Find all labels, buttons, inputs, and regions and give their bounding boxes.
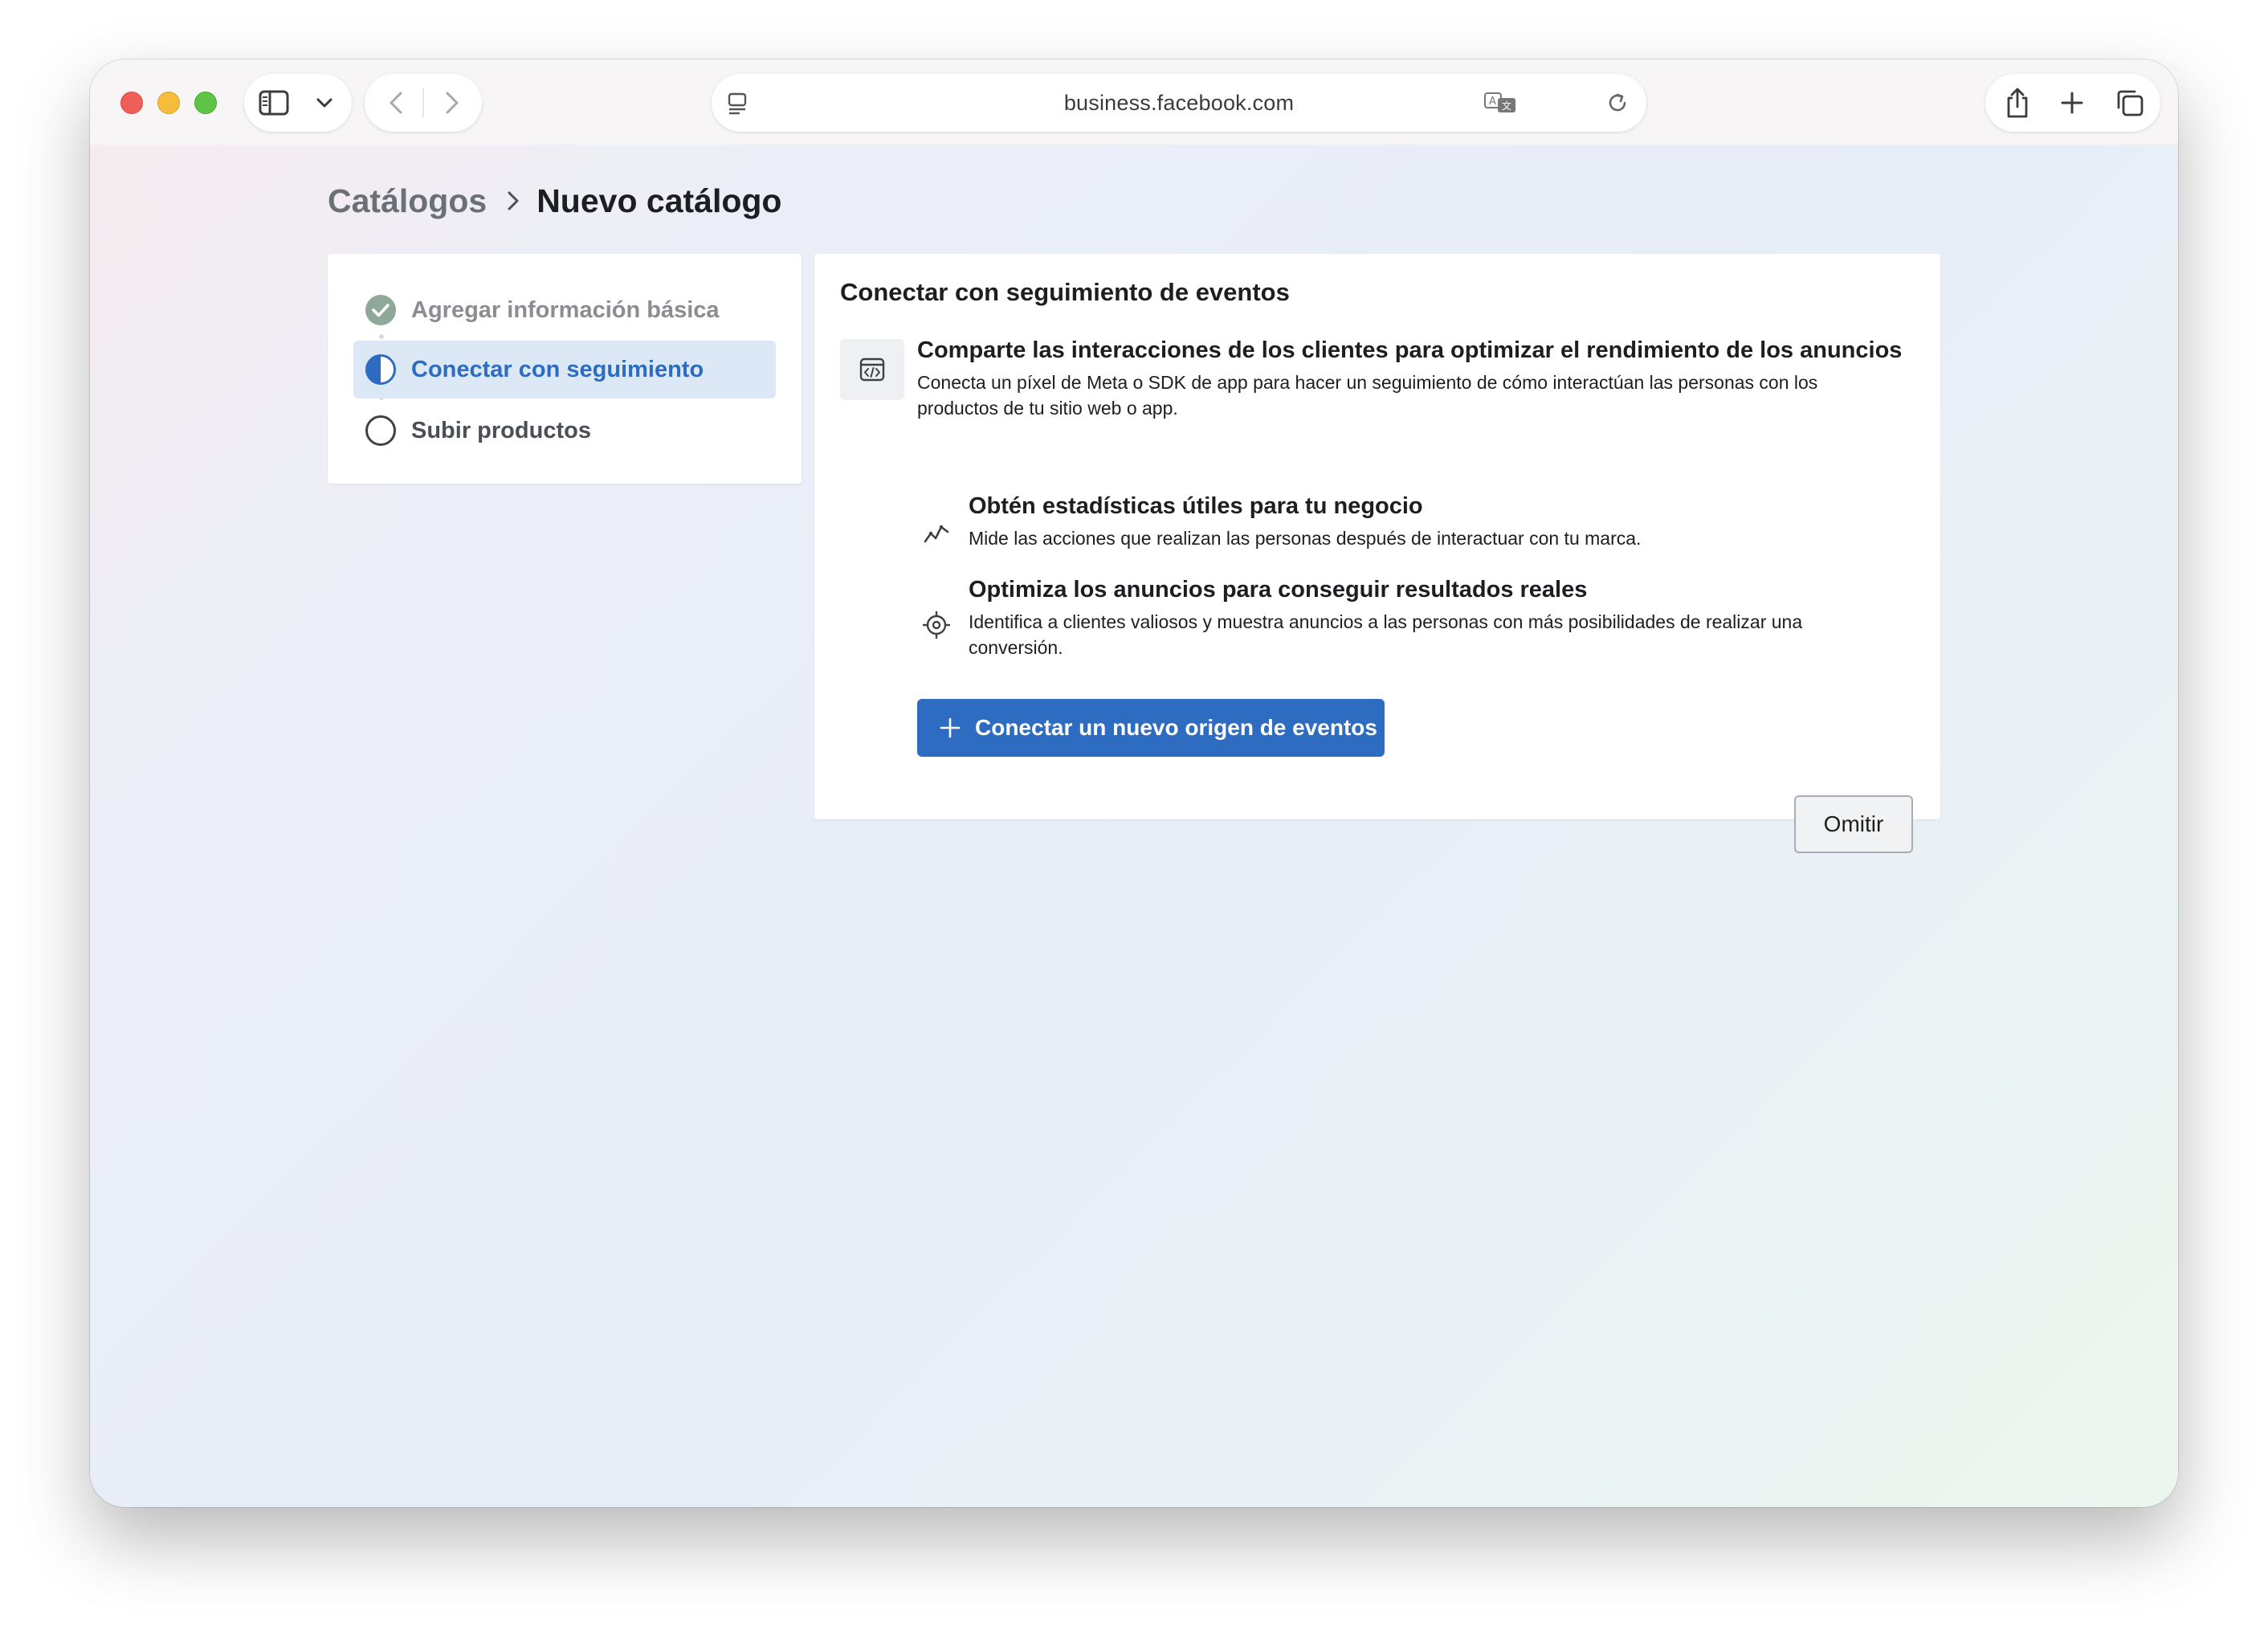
- sidebar-toggle-group: [244, 74, 352, 132]
- plus-icon: [940, 717, 961, 738]
- browser-window: business.facebook.com A 文 Catálogos Nuev…: [90, 59, 2178, 1507]
- benefit-title: Optimiza los anuncios para conseguir res…: [969, 577, 1588, 603]
- event-tracking-card: Conectar con seguimiento de eventos Comp…: [814, 254, 1940, 853]
- page-title: Nuevo catálogo: [536, 182, 782, 219]
- page-settings-icon[interactable]: [724, 92, 750, 116]
- reload-icon[interactable]: [1605, 90, 1630, 116]
- actions-group: [1985, 74, 2160, 132]
- breadcrumb: Catálogos Nuevo catálogo: [328, 178, 781, 223]
- skip-button[interactable]: Omitir: [1794, 795, 1913, 853]
- back-icon[interactable]: [382, 90, 410, 116]
- empty-circle-icon: [365, 415, 397, 447]
- breadcrumb-catalogs-link[interactable]: Catálogos: [328, 182, 487, 220]
- target-icon: [920, 609, 952, 641]
- address-bar[interactable]: business.facebook.com A 文: [712, 74, 1646, 132]
- new-tab-icon[interactable]: [2058, 88, 2086, 117]
- url-text: business.facebook.com: [1063, 90, 1295, 115]
- close-window-button[interactable]: [120, 92, 143, 114]
- card-title: Conectar con seguimiento de eventos: [840, 278, 1290, 306]
- connect-event-source-button[interactable]: Conectar un nuevo origen de eventos: [917, 699, 1385, 757]
- nav-divider: [422, 88, 424, 117]
- step-basic-info[interactable]: Agregar información básica: [353, 281, 776, 339]
- connect-event-source-label: Conectar un nuevo origen de eventos: [975, 715, 1377, 740]
- benefit-title: Obtén estadísticas útiles para tu negoci…: [969, 493, 1423, 519]
- step-connect-tracking[interactable]: Conectar con seguimiento: [353, 341, 776, 398]
- share-icon[interactable]: [2001, 85, 2033, 121]
- chevron-down-icon[interactable]: [313, 93, 336, 112]
- trend-line-icon: [920, 517, 952, 549]
- sidebar-icon[interactable]: [259, 88, 289, 117]
- steps-panel: Agregar información básica Conectar con …: [328, 254, 802, 484]
- navigation-group: [365, 74, 482, 132]
- tab-overview-icon[interactable]: [2114, 87, 2146, 119]
- step-label: Conectar con seguimiento: [411, 356, 704, 382]
- svg-text:A: A: [1489, 96, 1496, 108]
- chevron-right-icon: [506, 190, 520, 212]
- benefit-description: Identifica a clientes valiosos y muestra…: [969, 611, 1803, 658]
- svg-text:文: 文: [1502, 100, 1511, 112]
- zoom-window-button[interactable]: [194, 92, 217, 114]
- step-label: Subir productos: [411, 417, 591, 443]
- half-circle-icon: [365, 353, 397, 386]
- forward-icon[interactable]: [439, 90, 466, 116]
- step-label: Agregar información básica: [411, 296, 720, 323]
- translate-icon[interactable]: A 文: [1483, 90, 1518, 116]
- step-upload-products[interactable]: Subir productos: [353, 402, 776, 460]
- benefit-description: Mide las acciones que realizan las perso…: [969, 528, 1642, 549]
- feature-title: Comparte las interacciones de los client…: [917, 337, 1903, 363]
- check-circle-icon: [365, 294, 397, 326]
- browser-toolbar: business.facebook.com A 文: [90, 59, 2178, 145]
- feature-description: Conecta un píxel de Meta o SDK de app pa…: [917, 372, 1818, 419]
- code-window-icon: [840, 339, 904, 400]
- minimize-window-button[interactable]: [157, 92, 180, 114]
